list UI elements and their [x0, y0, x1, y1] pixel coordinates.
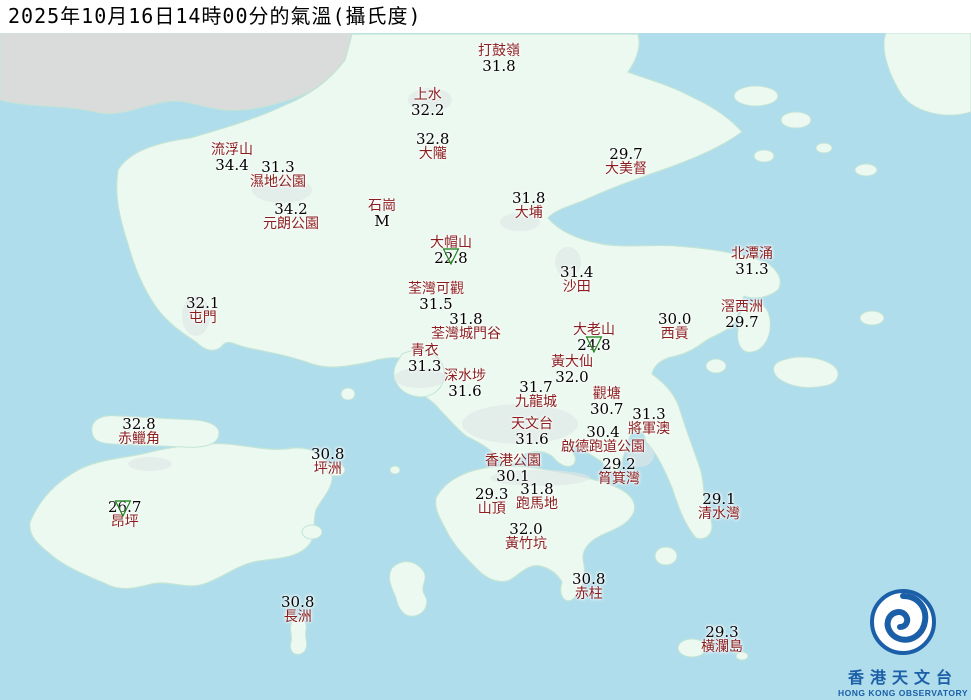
- station-temp: 31.8: [516, 482, 558, 497]
- station-temp: 31.3: [628, 407, 670, 422]
- station-name: 元朗公園: [263, 217, 319, 232]
- station-temp: M: [368, 214, 396, 229]
- station: 31.8大埔: [512, 191, 545, 221]
- station: 30.0西貢: [658, 312, 691, 342]
- station-name: 啟德跑道公園: [561, 440, 645, 455]
- station: 上水32.2: [411, 88, 444, 118]
- station-temp: 31.6: [444, 384, 486, 399]
- station-name: 大隴: [416, 147, 449, 162]
- station-temp: 29.1: [698, 492, 740, 507]
- station-name: 西貢: [658, 327, 691, 342]
- station: 32.0黃竹坑: [505, 522, 547, 552]
- station-name: 長洲: [281, 610, 314, 625]
- station: 青衣31.3: [408, 344, 441, 374]
- station-temp: 31.8: [431, 312, 501, 327]
- station-name: 筲箕灣: [598, 472, 640, 487]
- station-name: 沙田: [560, 280, 593, 295]
- station-temp: 29.2: [598, 457, 640, 472]
- station: 31.3濕地公園: [250, 160, 306, 190]
- station-name: 黃竹坑: [505, 537, 547, 552]
- peak-triangle-icon: ▽: [586, 331, 603, 357]
- station: 北潭涌31.3: [731, 247, 773, 277]
- station-name: 濕地公園: [250, 175, 306, 190]
- station-name: 荃灣城門谷: [431, 327, 501, 342]
- station-name: 清水灣: [698, 507, 740, 522]
- station-name: 九龍城: [515, 395, 557, 410]
- station: 29.1清水灣: [698, 492, 740, 522]
- hko-logo-name-zh: 香港天文台: [837, 664, 969, 688]
- station-temp: 31.8: [478, 59, 520, 74]
- station: 34.2元朗公園: [263, 202, 319, 232]
- station-temp: 31.7: [515, 380, 557, 395]
- station: 32.8大隴: [416, 132, 449, 162]
- station-temp: 29.3: [701, 625, 743, 640]
- station-name: 跑馬地: [516, 497, 558, 512]
- station: 荃灣可觀31.5: [408, 282, 464, 312]
- station-temp: 32.8: [118, 417, 160, 432]
- station-temp: 29.7: [721, 315, 763, 330]
- station-name: 赤柱: [572, 587, 605, 602]
- peak-triangle-icon: ▽: [443, 243, 460, 269]
- station-temp: 31.3: [731, 262, 773, 277]
- stations-layer: 打鼓嶺31.8上水32.232.8大隴流浮山34.431.3濕地公園29.7大美…: [0, 0, 971, 700]
- station: 29.3山頂: [475, 487, 508, 517]
- station-name: 大埔: [512, 206, 545, 221]
- station-temp: 30.7: [590, 402, 623, 417]
- station: 流浮山34.4: [211, 143, 253, 173]
- station-temp: 30.4: [561, 425, 645, 440]
- station-name: 山頂: [475, 502, 508, 517]
- hko-logo: 香港天文台 HONG KONG OBSERVATORY: [837, 586, 969, 698]
- station: 天文台31.6: [511, 417, 553, 447]
- station-temp: 31.3: [408, 359, 441, 374]
- station-name: 坪洲: [311, 462, 344, 477]
- station: 29.3橫瀾島: [701, 625, 743, 655]
- title-bar: 2025年10月16日14時00分的氣溫(攝氏度): [0, 0, 971, 33]
- station: 31.4沙田: [560, 265, 593, 295]
- station: 31.8跑馬地: [516, 482, 558, 512]
- station: 觀塘30.7: [590, 387, 623, 417]
- station-temp: 32.8: [416, 132, 449, 147]
- hko-logo-name-en: HONG KONG OBSERVATORY: [837, 688, 969, 698]
- station: 滘西洲29.7: [721, 300, 763, 330]
- station: 32.1屯門: [186, 296, 219, 326]
- station-temp: 30.8: [572, 572, 605, 587]
- station: 31.8荃灣城門谷: [431, 312, 501, 342]
- station-temp: 32.0: [551, 370, 593, 385]
- station-temp: 30.0: [658, 312, 691, 327]
- peak-triangle-icon: ▽: [115, 495, 132, 521]
- station: 31.7九龍城: [515, 380, 557, 410]
- station: 30.8坪洲: [311, 447, 344, 477]
- station: 石崗M: [368, 199, 396, 229]
- station-name: 屯門: [186, 311, 219, 326]
- station: 29.7大美督: [605, 147, 647, 177]
- station-temp: 29.3: [475, 487, 508, 502]
- station: 深水埗31.6: [444, 369, 486, 399]
- station-name: 橫瀾島: [701, 640, 743, 655]
- station-temp: 30.8: [281, 595, 314, 610]
- station: 黃大仙32.0: [551, 355, 593, 385]
- station: 30.4啟德跑道公園: [561, 425, 645, 455]
- station-temp: 29.7: [605, 147, 647, 162]
- station: 打鼓嶺31.8: [478, 44, 520, 74]
- station: 30.8赤柱: [572, 572, 605, 602]
- station: 29.2筲箕灣: [598, 457, 640, 487]
- station-temp: 31.8: [512, 191, 545, 206]
- station-name: 赤鱲角: [118, 432, 160, 447]
- station-temp: 32.2: [411, 103, 444, 118]
- station: 32.8赤鱲角: [118, 417, 160, 447]
- station-temp: 34.2: [263, 202, 319, 217]
- station-temp: 31.3: [250, 160, 306, 175]
- hko-logo-icon: [867, 586, 939, 658]
- station-temp: 34.4: [211, 158, 253, 173]
- page-title: 2025年10月16日14時00分的氣溫(攝氏度): [0, 0, 971, 33]
- station-temp: 31.4: [560, 265, 593, 280]
- station: 30.8長洲: [281, 595, 314, 625]
- station-name: 大美督: [605, 162, 647, 177]
- station-temp: 32.0: [505, 522, 547, 537]
- station-temp: 31.6: [511, 432, 553, 447]
- station-temp: 30.8: [311, 447, 344, 462]
- temperature-map: 打鼓嶺31.8上水32.232.8大隴流浮山34.431.3濕地公園29.7大美…: [0, 0, 971, 700]
- station-temp: 32.1: [186, 296, 219, 311]
